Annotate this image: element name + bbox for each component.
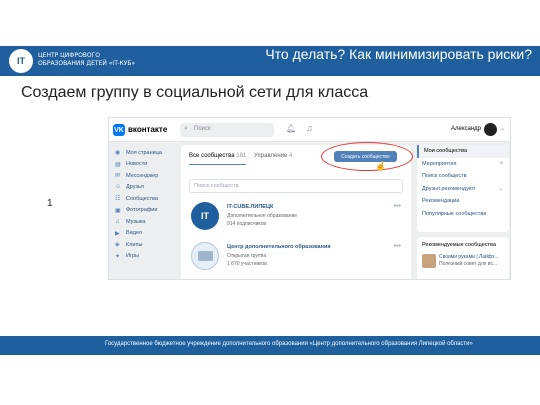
tab-count: 181 bbox=[236, 153, 247, 159]
slide-header: IT ЦЕНТР ЦИФРОВОГО ОБРАЗОВАНИЯ ДЕТЕЙ «IT… bbox=[0, 46, 540, 76]
tab-count: 4 bbox=[289, 153, 293, 159]
side-item-label: Популярные сообщества bbox=[422, 210, 487, 217]
group-name[interactable]: Центр дополнительного образования bbox=[227, 244, 331, 250]
recommended-name[interactable]: Своими руками | Лайфх... bbox=[439, 254, 499, 260]
slide-footer: Государственное бюджетное учреждение доп… bbox=[0, 336, 540, 355]
vk-search-input[interactable]: ⌕ Поиск bbox=[180, 123, 274, 137]
vk-screenshot: VK вконтакте ⌕ Поиск 🔔︎ ♫ Александр ⌄ ◉ М… bbox=[108, 117, 511, 280]
user-name[interactable]: Александр bbox=[451, 126, 481, 132]
group-avatar[interactable] bbox=[191, 242, 219, 270]
list-item[interactable]: IT IT-CUBE.ЛИПЕЦК Дополнительное образов… bbox=[189, 201, 403, 235]
tab-all-communities[interactable]: Все сообщества 181 bbox=[189, 153, 247, 165]
menu-item-label: Музыка bbox=[126, 218, 146, 225]
side-item-events[interactable]: Мероприятия + bbox=[417, 158, 509, 171]
list-item[interactable]: Центр дополнительного образования Открыт… bbox=[189, 241, 403, 275]
chevron-down-icon[interactable]: ⌄ bbox=[500, 125, 505, 132]
menu-item-friends[interactable]: ☺ Друзья bbox=[115, 182, 175, 194]
group-subscribers: 914 подписчиков bbox=[227, 221, 267, 227]
menu-item-label: Видео bbox=[126, 230, 143, 237]
side-item-popular[interactable]: Популярные сообщества bbox=[417, 208, 509, 221]
video-icon: ▶ bbox=[115, 230, 120, 237]
vk-logo-icon[interactable]: VK bbox=[113, 124, 125, 136]
side-item-label: Мои сообщества bbox=[424, 148, 468, 155]
side-item-label: Мероприятия bbox=[422, 160, 457, 167]
menu-item-news[interactable]: ▤ Новости bbox=[115, 159, 175, 171]
menu-item-photos[interactable]: ▣ Фотографии bbox=[115, 205, 175, 217]
recommended-thumbnail[interactable] bbox=[422, 254, 436, 268]
menu-item-label: Моя страница bbox=[126, 149, 162, 156]
communities-icon: ☷ bbox=[115, 196, 121, 203]
step-number: 1 bbox=[47, 198, 53, 209]
group-avatar[interactable]: IT bbox=[191, 202, 219, 230]
organization-name: ЦЕНТР ЦИФРОВОГО ОБРАЗОВАНИЯ ДЕТЕЙ «IT-КУ… bbox=[38, 52, 135, 68]
tab-manage[interactable]: Управление 4 bbox=[254, 153, 292, 159]
group-type: Открытая группа bbox=[227, 253, 267, 259]
recommended-communities: Рекомендуемые сообщества Своими руками |… bbox=[417, 237, 509, 279]
tab-label: Управление bbox=[254, 153, 288, 159]
side-item-label: Друзья рекомендуют bbox=[422, 185, 476, 192]
vk-header: VK вконтакте ⌕ Поиск 🔔︎ ♫ Александр ⌄ bbox=[109, 118, 510, 142]
side-item-label: Рекомендации bbox=[422, 198, 460, 205]
menu-item-messenger[interactable]: ✉ Мессенджер bbox=[115, 170, 175, 182]
group-name[interactable]: IT-CUBE.ЛИПЕЦК bbox=[227, 204, 273, 210]
hand-cursor-icon: ☝ bbox=[375, 161, 387, 171]
menu-item-music[interactable]: ♫ Музыка bbox=[115, 216, 175, 228]
org-line-2: ОБРАЗОВАНИЯ ДЕТЕЙ «IT-КУБ» bbox=[38, 60, 136, 67]
messenger-icon: ✉ bbox=[115, 173, 121, 180]
group-type: Дополнительное образование bbox=[227, 213, 298, 219]
it-cube-logo: IT bbox=[9, 49, 33, 73]
side-item-my-communities[interactable]: Мои сообщества bbox=[417, 145, 509, 158]
music-icon: ♫ bbox=[115, 218, 120, 225]
communities-side-menu: Мои сообщества Мероприятия + Поиск сообще… bbox=[417, 145, 509, 232]
vk-brand[interactable]: вконтакте bbox=[128, 125, 167, 134]
user-icon: ◉ bbox=[115, 150, 121, 157]
menu-item-label: Игры bbox=[126, 253, 139, 260]
menu-item-label: Клипы bbox=[126, 241, 143, 248]
recommended-title: Рекомендуемые сообщества bbox=[422, 242, 496, 248]
footer-text: Государственное бюджетное учреждение доп… bbox=[105, 341, 473, 347]
games-icon: ✦ bbox=[115, 253, 121, 260]
menu-item-label: Сообщества bbox=[126, 195, 158, 202]
plus-icon[interactable]: + bbox=[499, 161, 503, 167]
slide-subtitle: Создаем группу в социальной сети для кла… bbox=[21, 84, 369, 101]
avatar[interactable] bbox=[484, 123, 497, 136]
side-item-search[interactable]: Поиск сообществ bbox=[417, 170, 509, 183]
menu-item-label: Новости bbox=[126, 161, 148, 168]
menu-item-communities[interactable]: ☷ Сообщества bbox=[115, 193, 175, 205]
news-icon: ▤ bbox=[115, 161, 121, 168]
search-icon: ⌕ bbox=[184, 125, 188, 132]
slide-title: Что делать? Как минимизировать риски? bbox=[265, 46, 532, 62]
more-icon[interactable]: ••• bbox=[394, 243, 401, 250]
bell-icon[interactable]: 🔔︎ bbox=[286, 124, 296, 133]
menu-item-clips[interactable]: ◈ Клипы bbox=[115, 239, 175, 251]
recommended-description: Полезный совет для вс... bbox=[439, 261, 498, 267]
side-item-friends-recommend[interactable]: Друзья рекомендуют ⌄ bbox=[417, 183, 509, 196]
menu-item-my-page[interactable]: ◉ Моя страница bbox=[115, 147, 175, 159]
friends-icon: ☺ bbox=[115, 184, 122, 191]
photos-icon: ▣ bbox=[115, 207, 121, 214]
menu-item-video[interactable]: ▶ Видео bbox=[115, 228, 175, 240]
group-subscribers: 1 670 участников bbox=[227, 261, 267, 267]
clips-icon: ◈ bbox=[115, 242, 120, 249]
communities-search-input[interactable]: Поиск сообществ bbox=[189, 179, 403, 193]
side-item-label: Поиск сообществ bbox=[422, 173, 467, 180]
music-icon[interactable]: ♫ bbox=[306, 123, 313, 133]
side-item-recommendations[interactable]: Рекомендации bbox=[417, 195, 509, 208]
tab-label: Все сообщества bbox=[189, 153, 235, 159]
chevron-down-icon: ⌄ bbox=[498, 185, 503, 192]
menu-item-label: Друзья bbox=[126, 184, 144, 191]
menu-item-games[interactable]: ✦ Игры bbox=[115, 251, 175, 263]
search-placeholder: Поиск bbox=[194, 126, 211, 132]
communities-panel: Все сообщества 181 Управление 4 Создать … bbox=[181, 142, 413, 279]
search-placeholder: Поиск сообществ bbox=[194, 183, 239, 189]
vk-left-menu: ◉ Моя страница ▤ Новости ✉ Мессенджер ☺ Друз… bbox=[115, 147, 175, 262]
menu-item-label: Мессенджер bbox=[126, 172, 159, 179]
menu-item-label: Фотографии bbox=[126, 207, 158, 214]
org-line-1: ЦЕНТР ЦИФРОВОГО bbox=[38, 52, 101, 59]
create-community-button[interactable]: Создать сообщество bbox=[334, 151, 397, 162]
more-icon[interactable]: ••• bbox=[394, 203, 401, 210]
